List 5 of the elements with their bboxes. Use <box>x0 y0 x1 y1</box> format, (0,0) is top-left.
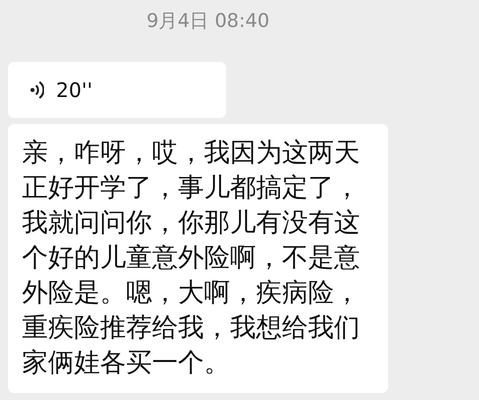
message-text: 亲，咋呀，哎，我因为这两天正好开学了，事儿都搞定了，我就问问你，你那儿有没有这个好的儿童意外险啊，不是意外险是。嗯，大啊，疾病险，重疾险推荐给我，我想给我们家俩娃各买一个。 <box>22 137 360 380</box>
voice-duration: 20'' <box>56 78 92 102</box>
voice-message-bubble[interactable]: 20'' <box>8 62 226 118</box>
voice-icon <box>30 80 44 100</box>
message-timestamp: 9月4日 08:40 <box>146 9 270 34</box>
